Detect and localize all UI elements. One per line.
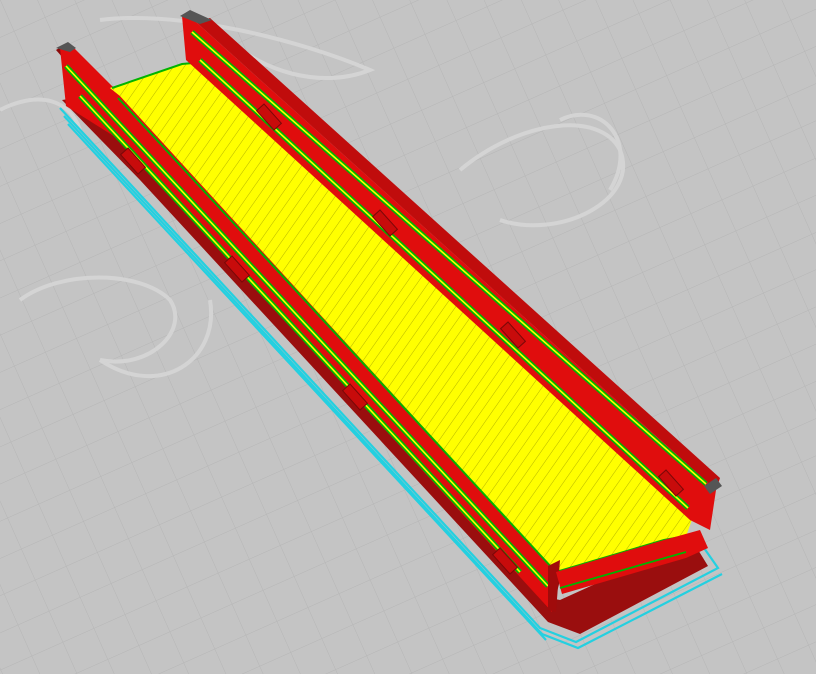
3d-preview-viewport[interactable] — [0, 0, 816, 674]
preview-canvas[interactable] — [0, 0, 816, 674]
